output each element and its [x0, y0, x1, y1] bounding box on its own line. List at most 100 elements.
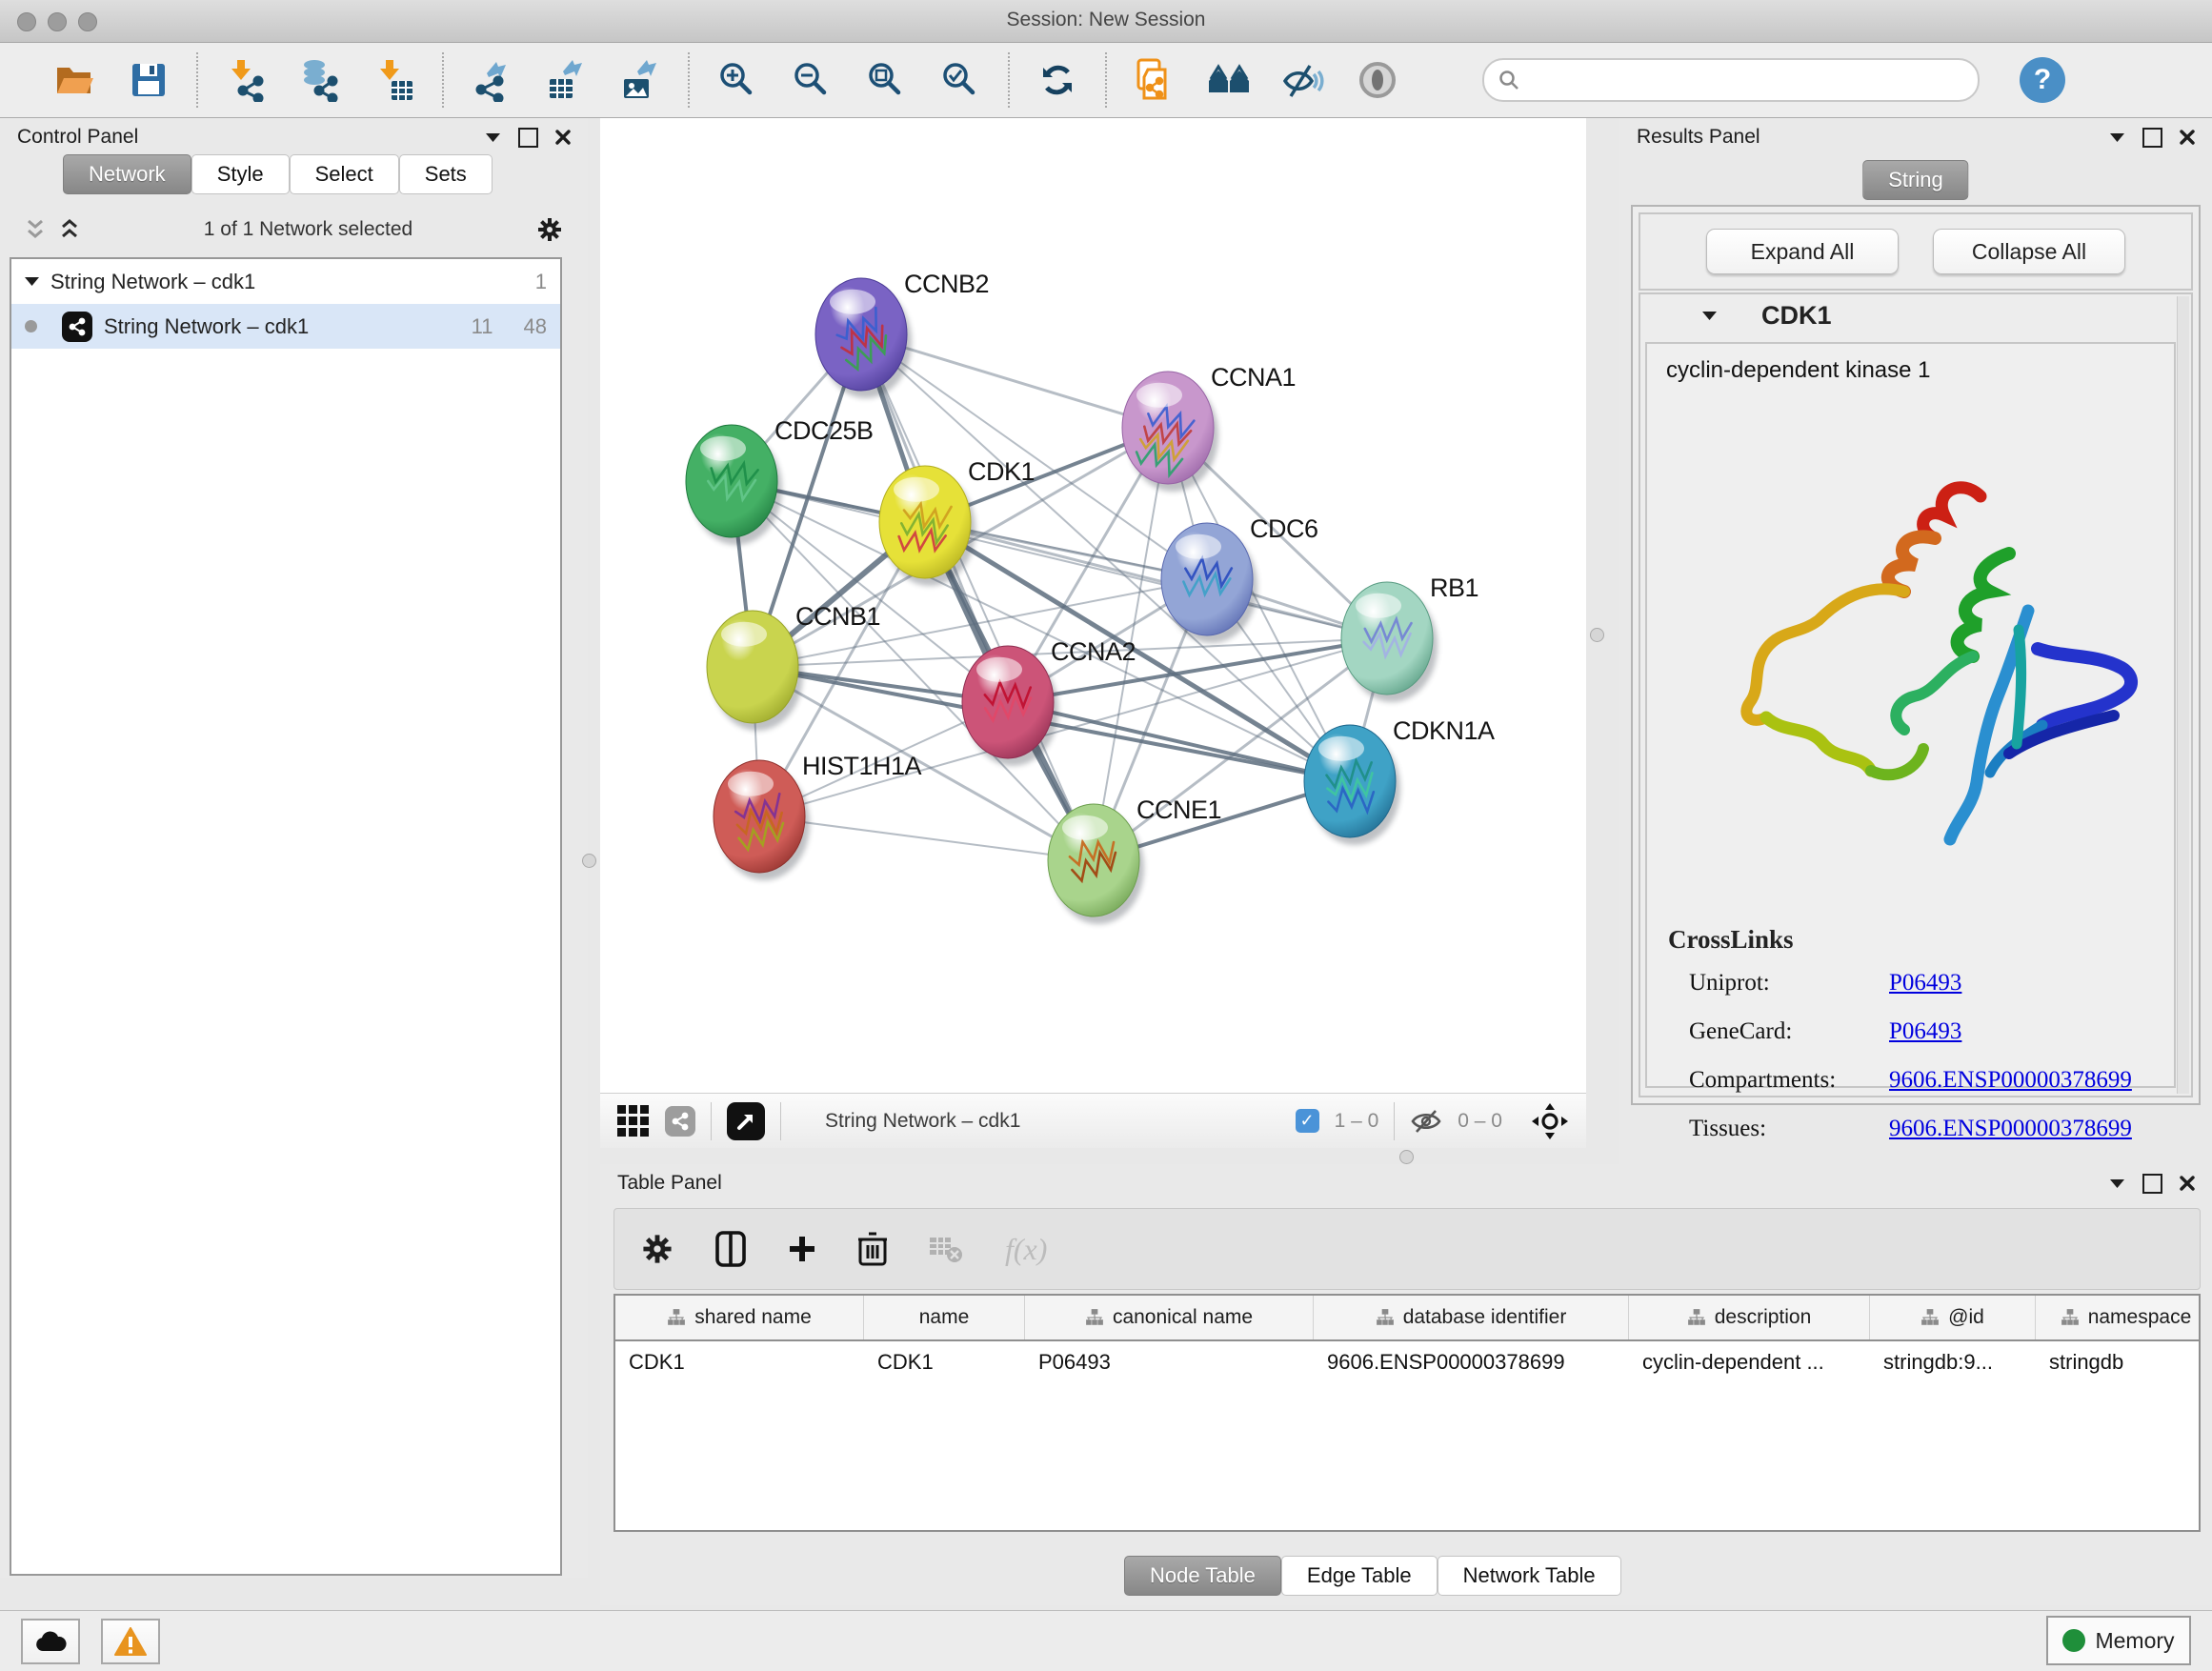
panel-close-icon[interactable] — [555, 130, 571, 145]
zoom-fit-icon[interactable] — [863, 57, 909, 103]
open-in-new-window-icon[interactable] — [727, 1102, 765, 1140]
import-network-icon[interactable] — [223, 57, 269, 103]
network-collection-row[interactable]: String Network – cdk1 1 — [11, 259, 560, 304]
panel-float-icon[interactable] — [2142, 128, 2162, 148]
node-CDC25B[interactable]: CDC25B — [686, 416, 874, 545]
panel-collapse-icon[interactable] — [2109, 131, 2125, 143]
export-image-icon[interactable] — [617, 57, 663, 103]
import-table-icon[interactable] — [372, 57, 417, 103]
results-scrollbar[interactable] — [2177, 296, 2189, 1094]
network-row[interactable]: String Network – cdk1 11 48 — [11, 304, 560, 349]
panel-float-icon[interactable] — [2142, 1174, 2162, 1194]
zoom-selected-icon[interactable] — [937, 57, 983, 103]
crosslink-link[interactable]: 9606.ENSP00000378699 — [1889, 1067, 2132, 1094]
panel-collapse-icon[interactable] — [2109, 1178, 2125, 1189]
column-header-shared-name[interactable]: shared name — [615, 1296, 864, 1339]
node-CCNE1[interactable]: CCNE1 — [1048, 795, 1221, 924]
show-columns-icon[interactable] — [715, 1231, 746, 1267]
node-CDKN1A[interactable]: CDKN1A — [1304, 716, 1495, 845]
cell-database-identifier[interactable]: 9606.ENSP00000378699 — [1314, 1350, 1629, 1375]
tab-sets[interactable]: Sets — [399, 154, 493, 194]
right-splitter-handle[interactable] — [1590, 628, 1604, 642]
export-table-icon[interactable] — [543, 57, 589, 103]
search-box[interactable] — [1482, 58, 1980, 102]
node-HIST1H1A[interactable]: HIST1H1A — [714, 752, 922, 880]
selected-checkbox-icon[interactable]: ✓ — [1296, 1109, 1319, 1133]
node-CCNB1[interactable]: CCNB1 — [707, 602, 880, 731]
collapse-all-icon[interactable] — [25, 218, 46, 241]
cell-description[interactable]: cyclin-dependent ... — [1629, 1350, 1870, 1375]
network-canvas[interactable]: CCNB2 CCNA1 CDC25BCDK1 CDC6RB1 CCNB1 CCNA2 CDK… — [600, 118, 1586, 1093]
string-network-graph[interactable]: CCNB2 CCNA1 CDC25BCDK1 CDC6RB1 CCNB1 CCNA2 CDK… — [600, 118, 1586, 1093]
panel-close-icon[interactable] — [2180, 1176, 2195, 1191]
edge-CCNB2-CCNE1[interactable] — [861, 334, 1094, 860]
left-splitter-handle[interactable] — [582, 854, 596, 868]
hidden-counts: 0 – 0 — [1458, 1110, 1502, 1133]
gene-header[interactable]: CDK1 — [1640, 294, 2191, 336]
column-header-description[interactable]: description — [1629, 1296, 1870, 1339]
memory-button[interactable]: Memory — [2046, 1616, 2191, 1665]
search-input[interactable] — [1528, 69, 1964, 92]
node-CDC6[interactable]: CDC6 — [1161, 514, 1318, 643]
node-CDK1[interactable]: CDK1 — [879, 457, 1035, 586]
cell-canonical-name[interactable]: P06493 — [1025, 1350, 1314, 1375]
cell-shared-name[interactable]: CDK1 — [615, 1350, 864, 1375]
expander-icon[interactable] — [25, 276, 39, 287]
tab-node-table[interactable]: Node Table — [1124, 1556, 1281, 1596]
gear-icon[interactable] — [536, 216, 563, 243]
column-header-namespace[interactable]: namespace — [2036, 1296, 2201, 1339]
refresh-icon[interactable] — [1035, 57, 1080, 103]
tab-network[interactable]: Network — [63, 154, 191, 194]
expander-icon[interactable] — [1701, 310, 1718, 321]
node-label-CDC25B: CDC25B — [774, 416, 874, 445]
cell-name[interactable]: CDK1 — [864, 1350, 1025, 1375]
hide-panel-eye-icon[interactable] — [1280, 57, 1326, 103]
column-header-@id[interactable]: @id — [1870, 1296, 2036, 1339]
node-CCNA2[interactable]: CCNA2 — [962, 637, 1136, 766]
tab-network-table[interactable]: Network Table — [1438, 1556, 1621, 1596]
cloud-button[interactable] — [21, 1619, 80, 1664]
expand-all-icon[interactable] — [59, 218, 80, 241]
add-column-icon[interactable] — [788, 1235, 816, 1263]
birdseye-grid-icon[interactable] — [617, 1105, 650, 1137]
node-CCNB2[interactable]: CCNB2 — [815, 270, 989, 398]
bottom-splitter-handle[interactable] — [1399, 1150, 1414, 1164]
zoom-out-icon[interactable] — [789, 57, 835, 103]
tab-edge-table[interactable]: Edge Table — [1281, 1556, 1438, 1596]
node-CCNA1[interactable]: CCNA1 — [1122, 363, 1296, 492]
column-header-name[interactable]: name — [864, 1296, 1025, 1339]
panel-float-icon[interactable] — [518, 128, 538, 148]
houses-icon[interactable] — [1206, 57, 1252, 103]
control-panel-tabs: NetworkStyleSelectSets — [63, 154, 493, 194]
sphere-eye-icon[interactable] — [1355, 57, 1400, 103]
crosslink-link[interactable]: P06493 — [1889, 1018, 1961, 1045]
help-button[interactable]: ? — [2020, 57, 2065, 103]
cell-@id[interactable]: stringdb:9... — [1870, 1350, 2036, 1375]
tab-select[interactable]: Select — [290, 154, 399, 194]
column-header-canonical-name[interactable]: canonical name — [1025, 1296, 1314, 1339]
panel-collapse-icon[interactable] — [485, 131, 501, 143]
crosslink-link[interactable]: P06493 — [1889, 970, 1961, 997]
save-session-icon[interactable] — [126, 57, 171, 103]
delete-column-icon[interactable] — [858, 1232, 887, 1266]
crosslink-link[interactable]: 9606.ENSP00000378699 — [1889, 1116, 2132, 1142]
import-network-from-database-icon[interactable] — [297, 57, 343, 103]
expand-all-button[interactable]: Expand All — [1706, 229, 1899, 274]
panel-close-icon[interactable] — [2180, 130, 2195, 145]
string-badge-icon[interactable] — [665, 1106, 695, 1137]
node-RB1[interactable]: RB1 — [1341, 574, 1478, 702]
tab-style[interactable]: Style — [191, 154, 290, 194]
open-session-icon[interactable] — [51, 57, 97, 103]
tab-string[interactable]: String — [1862, 160, 1968, 200]
clone-network-icon[interactable] — [1132, 57, 1177, 103]
table-row[interactable]: CDK1CDK1P064939606.ENSP00000378699cyclin… — [615, 1341, 2199, 1383]
column-header-database-identifier[interactable]: database identifier — [1314, 1296, 1629, 1339]
pan-crosshair-icon[interactable] — [1531, 1102, 1569, 1140]
export-network-icon[interactable] — [469, 57, 514, 103]
warnings-button[interactable] — [101, 1619, 160, 1664]
zoom-in-icon[interactable] — [714, 57, 760, 103]
collapse-all-button[interactable]: Collapse All — [1933, 229, 2125, 274]
cell-namespace[interactable]: stringdb — [2036, 1350, 2201, 1375]
gear-icon[interactable] — [641, 1233, 674, 1265]
edge-CCNA2-CDKN1A[interactable] — [1008, 702, 1350, 781]
